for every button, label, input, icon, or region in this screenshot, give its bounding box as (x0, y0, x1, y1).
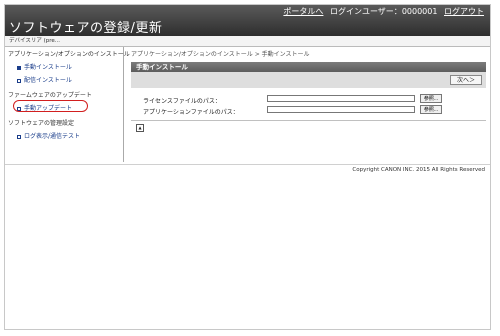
sidebar-item-label: 手動インストール (24, 64, 72, 71)
copyright-text: Copyright CANON INC. 2015 All Rights Res… (352, 167, 485, 173)
sidebar-section-firmware: ファームウェアのアップデート (8, 92, 92, 99)
install-form: ライセンスファイルのパス： 参照... アプリケーションファイルのパス： 参照.… (131, 88, 486, 121)
sidebar-item-log-test[interactable]: ログ表示/通信テスト (5, 129, 123, 142)
page-top-icon[interactable]: ▲ (136, 124, 144, 132)
section-header: 手動インストール (131, 62, 486, 72)
breadcrumb: アプリケーション/オプションのインストール > 手動インストール (131, 51, 310, 58)
portal-link[interactable]: ポータルへ (283, 7, 323, 16)
square-bullet-icon (17, 134, 21, 139)
sidebar-item-delivery-install[interactable]: 配信インストール (5, 73, 123, 86)
license-path-label: ライセンスファイルのパス： (143, 98, 221, 105)
license-path-input[interactable] (267, 95, 415, 102)
app-path-label: アプリケーションファイルのパス： (143, 109, 239, 116)
app-row: アプリケーションファイルのパス： 参照... (137, 105, 480, 116)
page-header: ソフトウェアの登録/更新 ポータルへ ログインユーザー：0000001 ログアウ… (5, 5, 490, 36)
sidebar-item-manual-update[interactable]: 手動アップデート (5, 100, 123, 114)
sidebar-item-label: ログ表示/通信テスト (24, 133, 81, 140)
main-panel: アプリケーション/オプションのインストール > 手動インストール 手動インストー… (127, 47, 490, 162)
login-user-label: ログインユーザー： (329, 7, 402, 16)
sidebar: アプリケーション/オプションのインストール 手動インストール 配信インストール … (5, 47, 130, 162)
sidebar-item-label: 手動アップデート (24, 105, 73, 112)
login-user-id: 0000001 (401, 7, 438, 16)
app-browse-button[interactable]: 参照... (420, 105, 442, 114)
app-window: ソフトウェアの登録/更新 ポータルへ ログインユーザー：0000001 ログアウ… (4, 4, 491, 330)
sidebar-item-label: 配信インストール (24, 77, 72, 84)
content-layout: アプリケーション/オプションのインストール 手動インストール 配信インストール … (5, 47, 490, 162)
logout-link[interactable]: ログアウト (444, 7, 484, 16)
license-browse-button[interactable]: 参照... (420, 94, 442, 103)
square-bullet-icon (17, 78, 21, 83)
square-bullet-icon (17, 65, 21, 70)
square-bullet-icon (17, 106, 21, 111)
app-path-input[interactable] (267, 106, 415, 113)
footer-divider (5, 164, 490, 165)
license-row: ライセンスファイルのパス： 参照... (137, 94, 480, 105)
next-button[interactable]: 次へ＞ (450, 75, 482, 85)
page-title: ソフトウェアの登録/更新 (9, 21, 163, 36)
device-bar: デバイスリア (pre... (5, 36, 490, 47)
next-row: 次へ＞ (131, 72, 486, 88)
sidebar-section-install: アプリケーション/オプションのインストール (8, 51, 130, 58)
sidebar-section-management: ソフトウェアの管理設定 (8, 120, 75, 127)
sidebar-item-manual-install[interactable]: 手動インストール (5, 60, 123, 73)
header-links: ポータルへ ログインユーザー：0000001 ログアウト (279, 6, 484, 17)
